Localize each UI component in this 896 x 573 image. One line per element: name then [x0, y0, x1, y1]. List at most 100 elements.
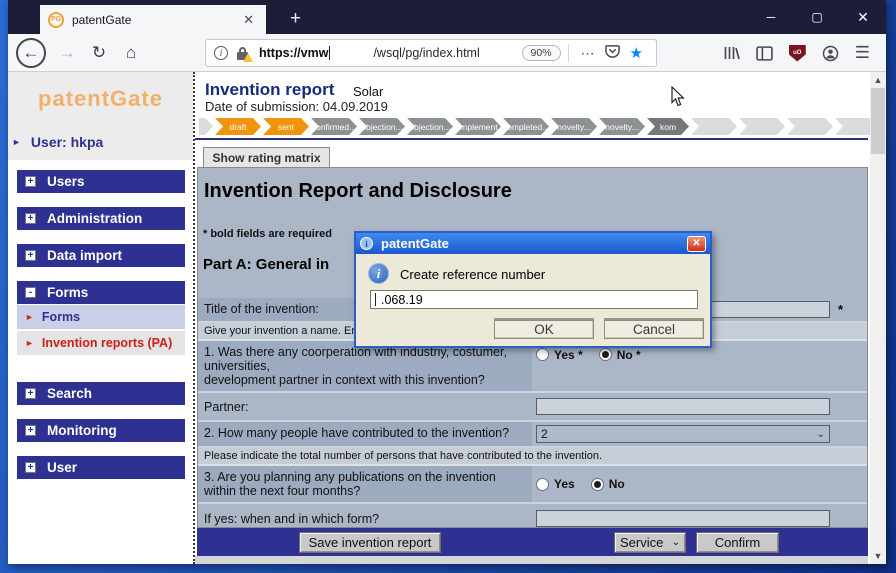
zoom-level-badge[interactable]: 90%: [521, 45, 561, 61]
text-caret: [375, 293, 376, 306]
menu-icon[interactable]: ☰: [855, 43, 870, 63]
menu-label: Forms: [47, 285, 89, 300]
sidebar-item-administration[interactable]: + Administration: [17, 207, 185, 230]
sidebar-subitem-invention-reports[interactable]: ► Invention reports (PA): [17, 331, 185, 355]
expand-icon[interactable]: +: [25, 250, 36, 261]
window-close-icon[interactable]: ✕: [840, 0, 886, 34]
expand-icon[interactable]: +: [25, 388, 36, 399]
sidebar: patentGate ► User: hkpa + Users + Admini…: [8, 72, 193, 564]
reload-icon[interactable]: ↻: [84, 38, 114, 68]
ifyes-input[interactable]: [536, 510, 830, 527]
form-action-bar: Save invention report Service ⌄ Confirm: [197, 528, 868, 556]
breadcrumb-step-complement: complement...: [455, 118, 501, 135]
partner-input[interactable]: [536, 398, 830, 415]
scrollbar-thumb[interactable]: [871, 88, 885, 154]
menu-label: Administration: [47, 211, 143, 226]
library-icon[interactable]: [723, 45, 740, 61]
pocket-icon[interactable]: [604, 44, 620, 62]
q2-select[interactable]: 2 ⌄: [536, 425, 830, 443]
q2-selected-value: 2: [541, 427, 548, 441]
new-tab-button[interactable]: +: [280, 5, 311, 33]
home-icon[interactable]: ⌂: [116, 38, 146, 68]
chevron-down-icon: ⌄: [816, 428, 825, 440]
chevron-down-icon: ⌄: [671, 536, 680, 548]
menu-label: User: [47, 460, 78, 475]
window-minimize-icon[interactable]: ─: [748, 0, 794, 34]
row-q2: 2. How many people have contributed to t…: [198, 422, 867, 448]
page-actions-icon[interactable]: ⋯: [581, 45, 595, 62]
sidebar-item-search[interactable]: + Search: [17, 382, 185, 405]
breadcrumb-step-kom: kom: [647, 118, 689, 135]
url-path: /wsql/pg/index.html: [373, 46, 480, 60]
browser-toolbar: ← → ↻ ⌂ i https://vmw /wsql/pg/index.htm…: [8, 34, 886, 72]
lock-warning-icon[interactable]: [235, 45, 253, 62]
sidebar-item-monitoring[interactable]: + Monitoring: [17, 419, 185, 442]
account-icon[interactable]: [822, 45, 839, 62]
breadcrumb-lead: [199, 118, 213, 135]
section-heading: Part A: General in: [203, 256, 330, 273]
favicon-letters: PG: [50, 16, 62, 23]
q1-no-radio[interactable]: [598, 348, 612, 361]
forward-icon[interactable]: →: [52, 38, 82, 68]
tab-show-rating-matrix[interactable]: Show rating matrix: [203, 147, 330, 167]
ifyes-label: If yes: when and in which form?: [198, 504, 532, 527]
patentgate-logo: patentGate: [38, 86, 163, 111]
scroll-down-icon[interactable]: ▼: [870, 548, 886, 564]
ublock-icon[interactable]: uO: [788, 44, 806, 62]
tab-close-icon[interactable]: ✕: [239, 10, 258, 30]
save-invention-report-button[interactable]: Save invention report: [299, 531, 441, 553]
expand-icon[interactable]: +: [25, 176, 36, 187]
page-info-icon[interactable]: i: [214, 46, 228, 60]
expand-icon[interactable]: +: [25, 213, 36, 224]
expand-icon[interactable]: +: [25, 462, 36, 473]
sidebar-item-data-import[interactable]: + Data import: [17, 244, 185, 267]
url-bar[interactable]: i https://vmw /wsql/pg/index.html 90% ⋯ …: [205, 39, 657, 67]
back-icon[interactable]: ←: [16, 38, 46, 68]
sidebar-subitem-forms[interactable]: ► Forms: [17, 305, 185, 329]
expand-icon[interactable]: +: [25, 425, 36, 436]
sidebar-item-forms[interactable]: - Forms: [17, 281, 185, 304]
confirm-button[interactable]: Confirm: [696, 531, 779, 553]
browser-tab[interactable]: PG patentGate ✕: [40, 5, 266, 34]
breadcrumb-step-empty: [787, 118, 833, 135]
dialog-titlebar[interactable]: i patentGate ✕: [356, 233, 710, 254]
row-q1: 1. Was there any coorperation with indus…: [198, 341, 867, 393]
url-text[interactable]: https://vmw /wsql/pg/index.html: [259, 46, 480, 60]
window-controls: ─ ▢ ✕: [748, 0, 886, 34]
menu-label: Monitoring: [47, 423, 117, 438]
q3-yes-radio[interactable]: [536, 477, 549, 491]
q3-no-label: No: [608, 477, 625, 491]
breadcrumb-step-empty: [739, 118, 785, 135]
reference-number-input[interactable]: [370, 290, 698, 309]
window-maximize-icon[interactable]: ▢: [794, 0, 840, 34]
scrollbar[interactable]: ▲ ▼: [870, 72, 886, 564]
tab-title: patentGate: [72, 12, 132, 27]
page-title: Invention report: [205, 80, 335, 99]
sidebars-icon[interactable]: [756, 45, 773, 61]
desktop: PG patentGate ✕ + ─ ▢ ✕ ← → ↻ ⌂ i https:…: [0, 0, 896, 573]
sidebar-item-user[interactable]: + User: [17, 456, 185, 479]
submenu-label: Invention reports (PA): [41, 336, 173, 350]
info-icon: i: [368, 263, 389, 284]
scroll-up-icon[interactable]: ▲: [870, 72, 886, 88]
breadcrumb-step-novelty2: novelty...: [599, 118, 645, 135]
breadcrumb-step-empty: [691, 118, 737, 135]
form-title: Invention Report and Disclosure: [204, 180, 512, 202]
dialog-body: i Create reference number OK Cancel: [356, 254, 710, 346]
arrow-icon: ►: [25, 338, 34, 348]
breadcrumb-step-completed: completed...: [503, 118, 549, 135]
menu-label: Search: [47, 386, 93, 401]
breadcrumb-step-confirmed: confirmed...: [311, 118, 357, 135]
service-select[interactable]: Service ⌄: [614, 531, 686, 553]
q1-yes-radio[interactable]: [536, 348, 549, 361]
create-reference-dialog: i patentGate ✕ i Create reference number…: [354, 231, 712, 348]
dialog-close-icon[interactable]: ✕: [687, 235, 706, 252]
bookmark-star-icon[interactable]: ★: [630, 44, 643, 62]
dialog-title: patentGate: [381, 236, 449, 251]
url-host: https://vmw: [259, 46, 329, 60]
collapse-icon[interactable]: -: [25, 287, 36, 298]
sidebar-item-users[interactable]: + Users: [17, 170, 185, 193]
ok-button[interactable]: OK: [494, 320, 594, 339]
q3-no-radio[interactable]: [590, 477, 604, 491]
cancel-button[interactable]: Cancel: [604, 320, 704, 339]
